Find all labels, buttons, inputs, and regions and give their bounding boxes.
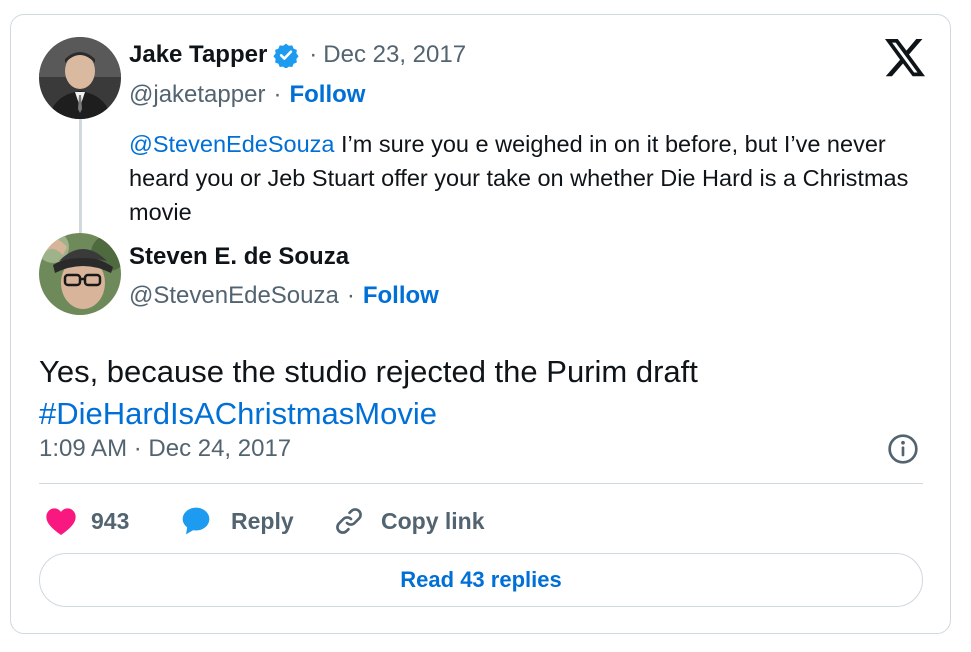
quoted-tweet-date[interactable]: Dec 23, 2017	[323, 41, 466, 69]
heart-icon	[46, 508, 76, 535]
quoted-tweet-text: @StevenEdeSouza I’m sure you e weighed i…	[129, 127, 939, 229]
follow-steven-de-souza-button[interactable]: Follow	[363, 282, 439, 310]
quoted-handle-row: @jaketapper · Follow	[129, 81, 365, 109]
info-icon[interactable]	[887, 433, 919, 465]
read-replies-button[interactable]: Read 43 replies	[39, 553, 923, 607]
author-handle[interactable]: @StevenEdeSouza	[129, 282, 339, 310]
copy-link-button[interactable]: Copy link	[333, 503, 485, 539]
tweet-timestamp[interactable]: 1:09 AM · Dec 24, 2017	[39, 435, 291, 463]
read-replies-label: Read 43 replies	[400, 567, 562, 592]
divider	[39, 483, 923, 484]
embedded-tweet-card: Jake Tapper · Dec 23, 2017 @jaketapper ·…	[10, 14, 951, 634]
handle-separator: ·	[346, 282, 355, 309]
hashtag-link[interactable]: #DieHardIsAChristmasMovie	[39, 396, 437, 431]
x-logo-icon[interactable]	[883, 39, 927, 79]
reply-label: Reply	[231, 507, 294, 534]
quoted-tweet-header: Jake Tapper · Dec 23, 2017	[129, 41, 466, 69]
mention-link[interactable]: @StevenEdeSouza	[129, 131, 334, 157]
reply-button[interactable]: Reply	[179, 503, 294, 539]
avatar-steven-de-souza[interactable]	[39, 233, 121, 315]
handle-row: @StevenEdeSouza · Follow	[129, 282, 439, 310]
avatar-jake-tapper[interactable]	[39, 37, 121, 119]
thread-connector-line	[79, 119, 82, 237]
header-separator: ·	[309, 41, 318, 68]
follow-jake-tapper-button[interactable]: Follow	[289, 81, 365, 109]
tweet-text: Yes, because the studio rejected the Pur…	[39, 351, 939, 435]
like-button[interactable]: 943	[45, 503, 129, 539]
quoted-author-handle[interactable]: @jaketapper	[129, 81, 265, 109]
verified-badge-icon	[273, 43, 299, 68]
like-count: 943	[91, 507, 130, 534]
handle-separator: ·	[273, 81, 282, 108]
copy-link-label: Copy link	[381, 507, 485, 534]
author-name[interactable]: Steven E. de Souza	[129, 243, 349, 271]
reply-bubble-icon	[182, 507, 210, 535]
tweet-body: Yes, because the studio rejected the Pur…	[39, 354, 698, 389]
link-icon	[336, 508, 362, 534]
tweet-header: Steven E. de Souza	[129, 243, 349, 271]
quoted-author-name[interactable]: Jake Tapper	[129, 41, 267, 69]
